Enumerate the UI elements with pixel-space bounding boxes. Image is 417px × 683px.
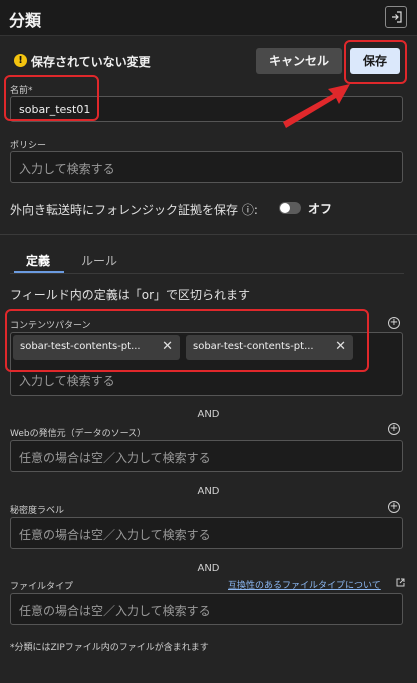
annotation-arrow: [283, 84, 350, 128]
